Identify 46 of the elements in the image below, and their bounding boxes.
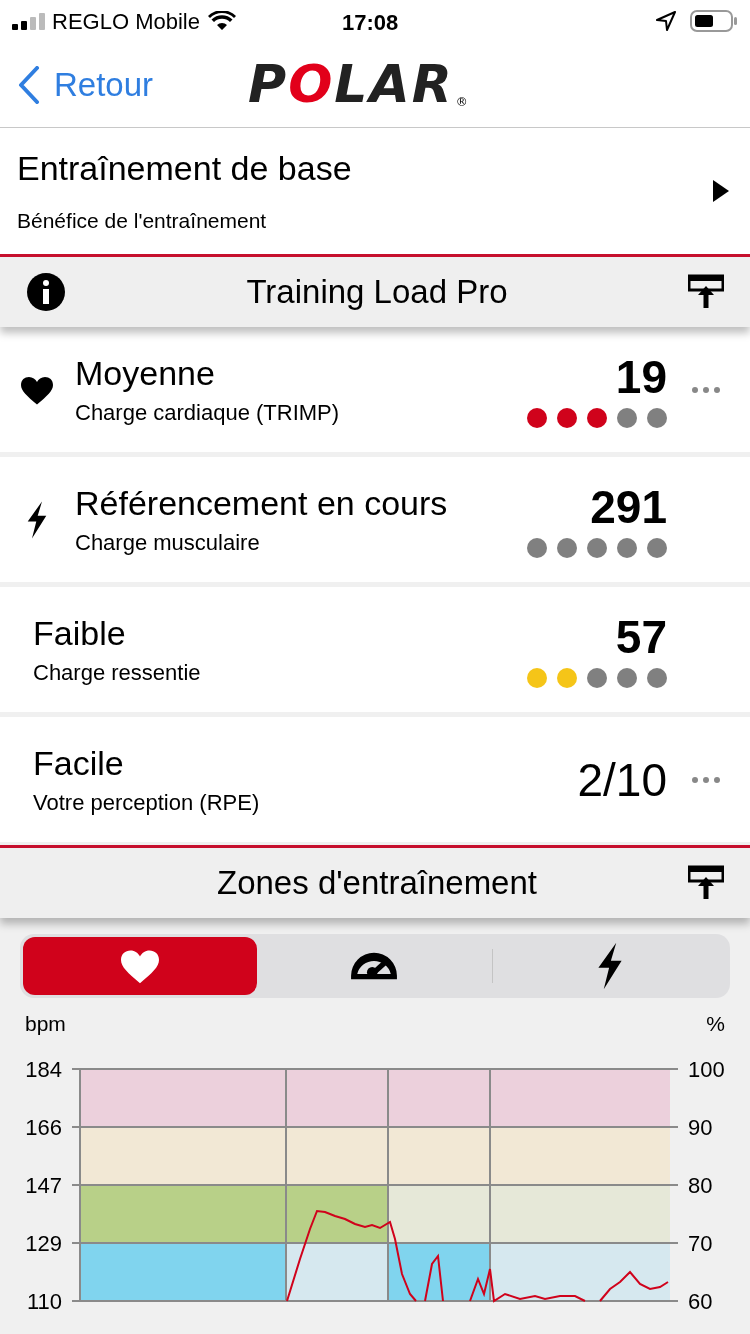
info-icon[interactable] [26,272,66,312]
row-subtitle: Votre perception (RPE) [33,788,261,817]
more-icon[interactable] [692,386,720,393]
signal-icon [12,12,48,30]
axis-tick-label: 110 [26,1288,62,1314]
workout-subtitle: Bénéfice de l'entraînement [17,208,268,234]
row-subtitle: Charge ressentie [33,658,202,687]
row-title: Faible [33,612,127,653]
export-icon[interactable] [688,865,724,901]
lightning-icon [25,499,48,540]
back-button[interactable]: Retour [0,59,154,110]
gauge-icon [351,951,398,981]
row-value: 291 [590,481,667,532]
axis-tick-label: 90 [688,1114,713,1140]
section-title: Zones d'entraînement [216,863,538,904]
polar-logo: POLAR® [248,56,470,112]
row-value: 57 [615,611,667,662]
row-subtitle: Charge cardiaque (TRIMP) [75,398,341,427]
workout-title: Entraînement de base [17,148,353,188]
axis-unit: % [706,1011,725,1037]
row-title: Référencement en cours [75,482,449,523]
chevron-left-icon [18,65,40,104]
play-triangle-icon[interactable] [712,179,730,203]
time: 17:08 [342,9,399,37]
location-icon [656,11,676,31]
carrier-name: REGLO Mobile [52,7,200,36]
axis-tick-label: 184 [25,1056,62,1082]
row-subtitle: Charge musculaire [75,528,261,557]
row-value: 2/10 [577,754,667,805]
wifi-icon [207,11,236,31]
axis-unit: bpm [25,1011,66,1037]
more-icon[interactable] [692,776,720,783]
row-title: Moyenne [75,352,216,393]
axis-tick-label: 129 [25,1230,62,1256]
axis-tick-label: 70 [688,1230,713,1256]
axis-tick-label: 166 [25,1114,62,1140]
heart-icon [119,947,162,985]
axis-tick-label: 80 [688,1172,713,1198]
row-title: Facile [33,742,125,783]
row-value: 19 [615,351,667,402]
axis-tick-label: 60 [688,1288,713,1314]
axis-tick-label: 147 [25,1172,62,1198]
section-title: Training Load Pro [245,272,509,313]
export-icon[interactable] [688,274,724,310]
battery-icon [690,10,738,32]
axis-tick-label: 100 [688,1056,725,1082]
